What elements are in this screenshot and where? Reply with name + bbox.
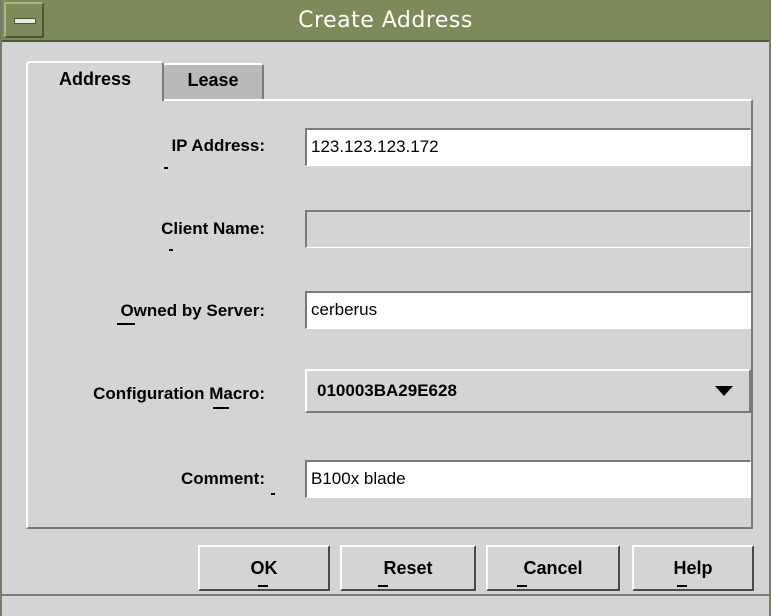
configuration-macro-select[interactable]: 010003BA29E628 [305, 369, 751, 413]
mnemonic-underline [258, 585, 268, 587]
mnemonic-underline [677, 585, 687, 587]
cancel-button-label: Cancel [523, 558, 583, 578]
ok-button-label: OK [250, 558, 278, 578]
chevron-down-icon[interactable] [715, 386, 733, 396]
client-name-field[interactable] [305, 210, 751, 248]
dialog-bottom-edge [2, 594, 771, 596]
help-button[interactable]: Help [632, 545, 754, 591]
window-title: Create Address [298, 8, 473, 33]
mnemonic-underline [169, 249, 173, 251]
address-tab-panel: IP Address: 123.123.123.172 Client Name:… [26, 99, 753, 529]
comment-field[interactable]: B100x blade [305, 460, 751, 498]
reset-button-label: Reset [383, 558, 433, 578]
comment-label: Comment: [180, 469, 265, 488]
reset-button[interactable]: Reset [340, 545, 476, 591]
mnemonic-underline [117, 323, 135, 325]
ip-address-field[interactable]: 123.123.123.172 [305, 128, 751, 166]
mnemonic-underline [517, 585, 527, 587]
cancel-button[interactable]: Cancel [486, 545, 620, 591]
tab-address[interactable]: Address [26, 61, 164, 101]
mnemonic-underline [271, 493, 275, 495]
ip-address-label: IP Address: [171, 136, 265, 155]
title-bar[interactable]: Create Address [2, 0, 769, 42]
owned-by-server-label: Owned by Server: [120, 301, 265, 320]
mnemonic-underline [164, 167, 168, 169]
configuration-macro-label: Configuration Macro: [93, 384, 265, 403]
configuration-macro-value: 010003BA29E628 [317, 381, 457, 400]
tab-lease[interactable]: Lease [162, 63, 264, 99]
client-name-label: Client Name: [161, 219, 265, 238]
mnemonic-underline [213, 407, 229, 409]
mnemonic-underline [378, 585, 388, 587]
help-button-label: Help [673, 558, 713, 578]
owned-by-server-field[interactable]: cerberus [305, 291, 751, 329]
create-address-dialog: Create Address Lease Address IP Address:… [0, 0, 771, 616]
